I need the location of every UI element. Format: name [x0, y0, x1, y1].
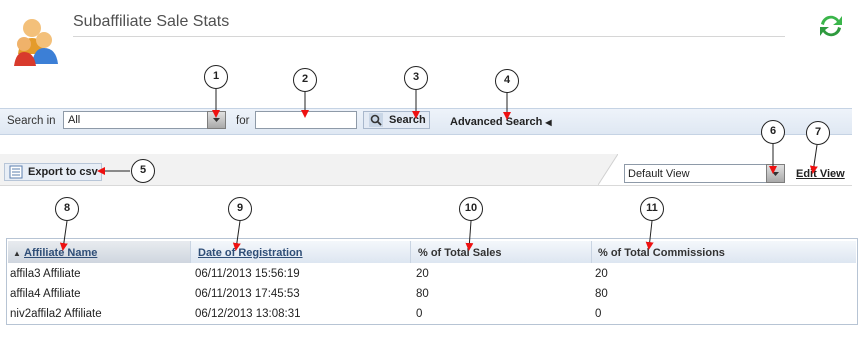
callout-10: 10	[459, 197, 483, 221]
callout-5: 5	[131, 159, 155, 183]
callout-arrows	[59, 89, 818, 251]
callout-1: 1	[204, 65, 228, 89]
callout-7: 7	[806, 121, 830, 145]
callout-9: 9	[228, 197, 252, 221]
callout-6: 6	[761, 120, 785, 144]
callout-2: 2	[293, 68, 317, 92]
callout-3: 3	[404, 66, 428, 90]
callout-8: 8	[55, 197, 79, 221]
callout-11: 11	[640, 197, 664, 221]
callout-4: 4	[495, 69, 519, 93]
